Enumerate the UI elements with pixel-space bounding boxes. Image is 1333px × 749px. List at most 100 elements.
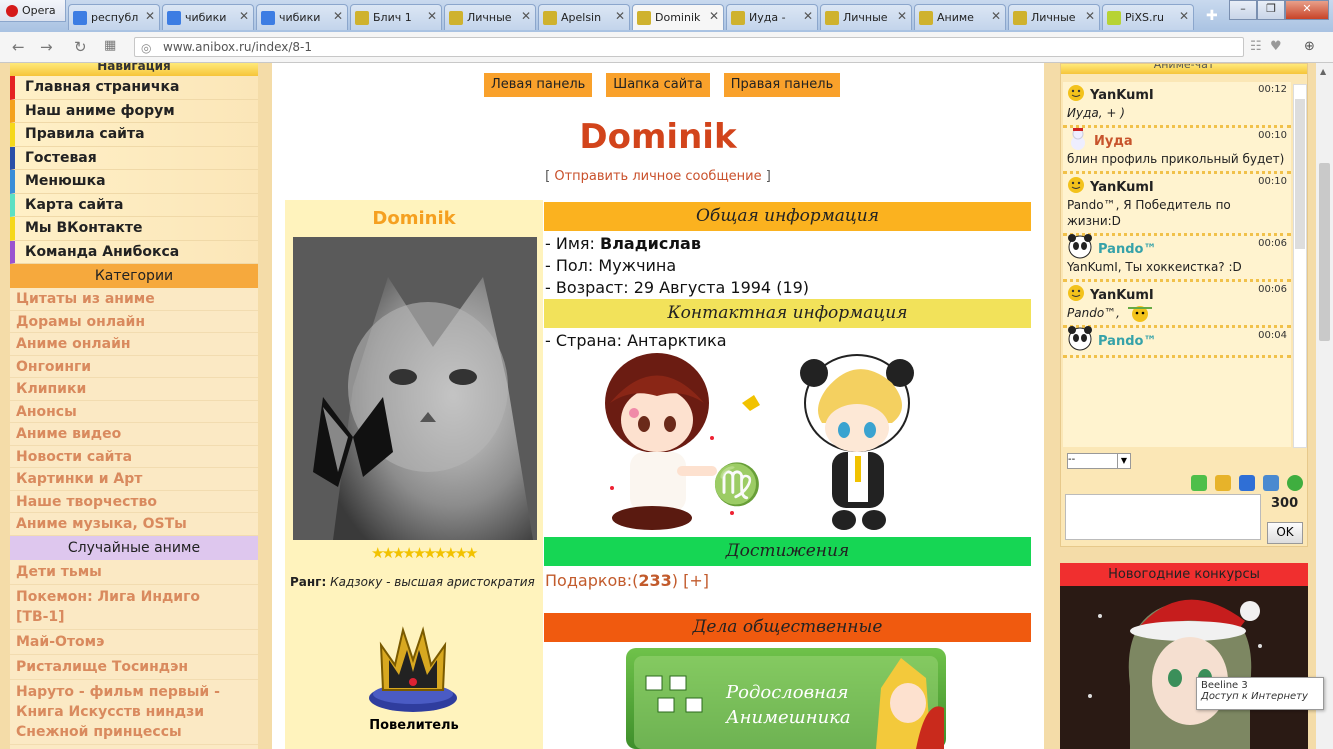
translit-icon[interactable] xyxy=(1263,475,1279,491)
chat-message: Pando™ 00:04 xyxy=(1063,326,1291,358)
left-panel-button[interactable]: Левая панель xyxy=(484,73,593,97)
tab-10[interactable]: Личные ✕ xyxy=(1008,4,1100,30)
close-window-button[interactable]: ✕ xyxy=(1285,0,1329,20)
chat-scroll-thumb[interactable] xyxy=(1295,99,1305,249)
bookmark-heart-icon[interactable]: ♥ xyxy=(1270,39,1282,54)
tab-5[interactable]: Apelsin ✕ xyxy=(538,4,630,30)
tab-close-icon[interactable]: ✕ xyxy=(991,9,1001,23)
tab-close-icon[interactable]: ✕ xyxy=(521,9,531,23)
smiles-icon[interactable] xyxy=(1215,475,1231,491)
contest-image[interactable] xyxy=(1060,586,1308,749)
send-message-link[interactable]: Отправить личное сообщение xyxy=(554,169,761,184)
maximize-button[interactable]: ❐ xyxy=(1257,0,1285,20)
refresh-icon[interactable] xyxy=(1191,475,1207,491)
category-link[interactable]: Цитаты из аниме xyxy=(10,288,258,311)
download-icon[interactable]: ⊕ xyxy=(1304,39,1315,54)
send-button[interactable]: OK xyxy=(1267,522,1303,544)
category-link[interactable]: Картинки и Арт xyxy=(10,468,258,491)
chat-message-input[interactable] xyxy=(1065,494,1261,540)
random-anime-link[interactable]: Ристалище Тосиндэн xyxy=(10,655,258,680)
nav-item[interactable]: Гостевая xyxy=(10,146,258,170)
nav-item[interactable]: Мы ВКонтакте xyxy=(10,217,258,241)
tab-1[interactable]: чибики ✕ xyxy=(162,4,254,30)
chat-username[interactable]: Pando™ xyxy=(1098,242,1156,257)
tab-close-icon[interactable]: ✕ xyxy=(803,9,813,23)
back-icon[interactable]: ← xyxy=(12,38,25,56)
speed-dial-icon[interactable]: ▦ xyxy=(104,38,116,53)
page-scroll-thumb[interactable] xyxy=(1319,163,1330,341)
tab-3[interactable]: Блич 1 ✕ xyxy=(350,4,442,30)
scroll-up-icon[interactable]: ▲ xyxy=(1320,67,1326,76)
tab-close-icon[interactable]: ✕ xyxy=(145,9,155,23)
nav-item[interactable]: Команда Анибокса xyxy=(10,240,258,264)
chat-username[interactable]: YanKumI xyxy=(1090,180,1154,195)
new-tab-button[interactable]: ✚ xyxy=(1206,8,1218,24)
nav-item[interactable]: Правила сайта xyxy=(10,123,258,147)
reload-icon[interactable]: ↻ xyxy=(74,38,87,56)
gifts-close-paren: ) xyxy=(671,571,679,590)
chat-room-select[interactable]: -- ▼ xyxy=(1067,453,1131,469)
forward-icon[interactable]: → xyxy=(40,38,53,56)
chat-username[interactable]: YanKumI xyxy=(1090,88,1154,103)
category-link[interactable]: Аниме музыка, OSTы xyxy=(10,513,258,536)
tab-close-icon[interactable]: ✕ xyxy=(897,9,907,23)
reader-icon[interactable]: ☷ xyxy=(1250,39,1262,54)
nav-item[interactable]: Главная страничка xyxy=(10,76,258,100)
tab-6[interactable]: Dominik ✕ xyxy=(632,4,724,30)
nav-item[interactable]: Карта сайта xyxy=(10,193,258,217)
tab-close-icon[interactable]: ✕ xyxy=(615,9,625,23)
contest-widget: Новогодние конкурсы xyxy=(1060,563,1308,749)
address-input[interactable]: ◎ www.anibox.ru/index/8-1 xyxy=(134,37,1244,57)
category-link[interactable]: Дорамы онлайн xyxy=(10,311,258,333)
rank-info: Ранг: Кадзоку - высшая аристократия xyxy=(290,575,540,589)
site-info-icon[interactable]: ◎ xyxy=(141,41,151,55)
category-link[interactable]: Наше творчество xyxy=(10,491,258,513)
rank-label: Ранг: xyxy=(290,575,327,589)
chat-widget: Аниме-чат YanKumI 00:12 Иуда, + ) Иуда 00:10… xyxy=(1060,63,1308,547)
bold-icon[interactable] xyxy=(1239,475,1255,491)
chat-scrollbar[interactable] xyxy=(1293,84,1307,448)
chat-username[interactable]: Pando™ xyxy=(1098,334,1156,349)
random-anime-link[interactable]: Дети тьмы xyxy=(10,560,258,585)
chat-username[interactable]: Иуда xyxy=(1094,134,1133,149)
tab-7[interactable]: Иуда - ✕ xyxy=(726,4,818,30)
char-counter: 300 xyxy=(1271,496,1299,511)
tab-0[interactable]: республ ✕ xyxy=(68,4,160,30)
add-gift-button[interactable]: [+] xyxy=(683,571,709,590)
random-anime-link[interactable]: Май-Отомэ xyxy=(10,630,258,655)
category-link[interactable]: Анонсы xyxy=(10,401,258,423)
pm-link-wrapper: [ Отправить личное сообщение ] xyxy=(545,169,771,184)
tab-close-icon[interactable]: ✕ xyxy=(427,9,437,23)
profile-card: Dominik ★★★★★★★★★★ Ранг: Кадзоку - высша… xyxy=(285,200,543,749)
tab-8[interactable]: Личные ✕ xyxy=(820,4,912,30)
tab-close-icon[interactable]: ✕ xyxy=(709,9,719,23)
category-link[interactable]: Онгоинги xyxy=(10,356,258,378)
nav-item[interactable]: Наш аниме форум xyxy=(10,99,258,123)
tab-close-icon[interactable]: ✕ xyxy=(239,9,249,23)
chat-username[interactable]: YanKumI xyxy=(1090,288,1154,303)
tab-4[interactable]: Личные ✕ xyxy=(444,4,536,30)
tab-close-icon[interactable]: ✕ xyxy=(1179,9,1189,23)
category-link[interactable]: Новости сайта xyxy=(10,446,258,468)
genealogy-banner[interactable]: Родословная Анимешника xyxy=(626,648,946,749)
tab-11[interactable]: PiXS.ru ✕ xyxy=(1102,4,1194,30)
gifts-count[interactable]: 233 xyxy=(638,571,671,590)
category-link[interactable]: Аниме онлайн xyxy=(10,333,258,356)
category-link[interactable]: Аниме видео xyxy=(10,423,258,446)
right-panel-button[interactable]: Правая панель xyxy=(723,73,841,97)
tab-close-icon[interactable]: ✕ xyxy=(1085,9,1095,23)
nav-item[interactable]: Менюшка xyxy=(10,170,258,194)
tab-close-icon[interactable]: ✕ xyxy=(333,9,343,23)
settings-icon[interactable] xyxy=(1287,475,1303,491)
tab-2[interactable]: чибики ✕ xyxy=(256,4,348,30)
random-anime-link[interactable]: Наруто - фильм первый - Книга Искусств н… xyxy=(10,680,258,745)
random-anime-link[interactable]: Покемон: Лига Индиго [ТВ-1] xyxy=(10,585,258,630)
opera-menu-button[interactable]: Opera xyxy=(0,0,66,22)
chat-select-value: -- xyxy=(1068,454,1076,465)
tab-9[interactable]: Аниме ✕ xyxy=(914,4,1006,30)
minimize-button[interactable]: – xyxy=(1229,0,1257,20)
category-link[interactable]: Клипики xyxy=(10,378,258,401)
navigation-menu: Главная страничка Наш аниме форум Правила … xyxy=(10,76,258,264)
page-scrollbar[interactable]: ▲ xyxy=(1316,63,1333,749)
header-panel-button[interactable]: Шапка сайта xyxy=(606,73,710,97)
